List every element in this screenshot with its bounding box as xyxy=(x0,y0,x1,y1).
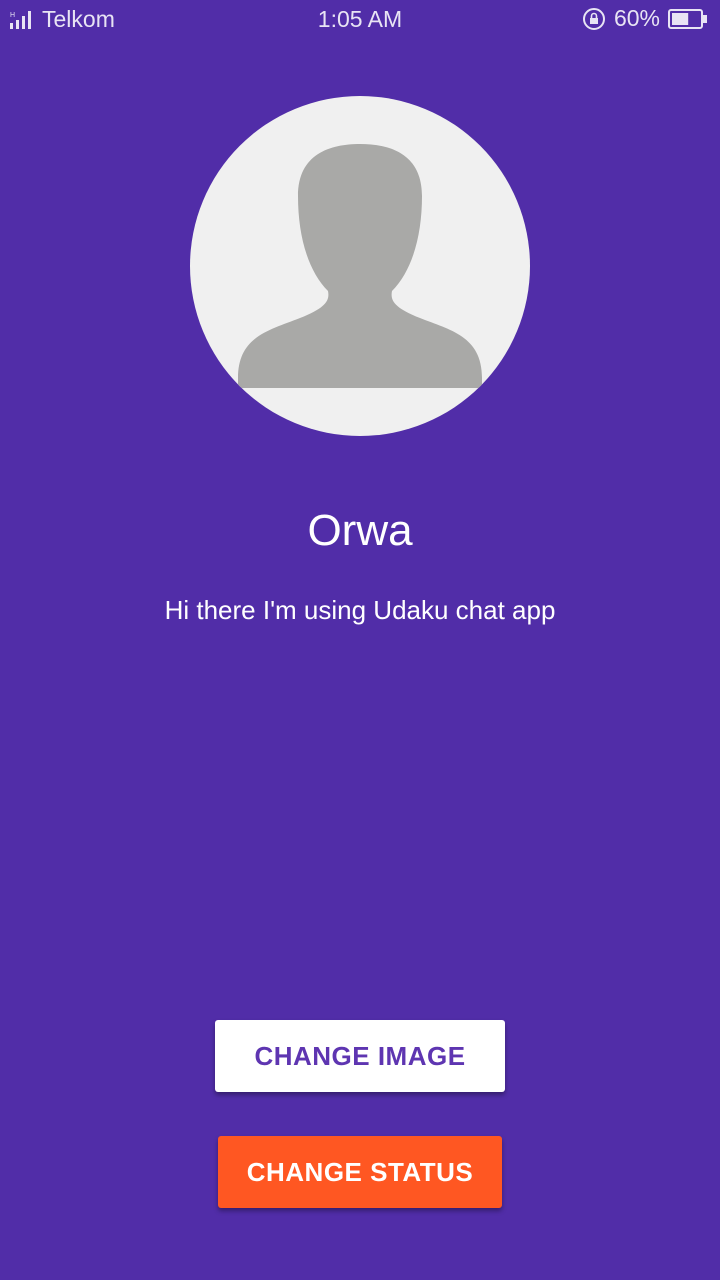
profile-name: Orwa xyxy=(307,506,413,555)
change-status-button[interactable]: CHANGE STATUS xyxy=(218,1136,502,1208)
profile-status: Hi there I'm using Udaku chat app xyxy=(164,595,556,625)
battery-icon xyxy=(668,8,707,29)
user-silhouette-icon xyxy=(238,144,482,388)
rotation-lock-icon xyxy=(582,7,605,30)
change-image-button[interactable]: CHANGE IMAGE xyxy=(215,1020,505,1092)
status-bar: H Telkom 1:05 AM 60% xyxy=(0,0,720,38)
avatar[interactable] xyxy=(190,96,530,436)
status-right: 60% xyxy=(582,5,708,32)
battery-percent: 60% xyxy=(613,5,660,31)
